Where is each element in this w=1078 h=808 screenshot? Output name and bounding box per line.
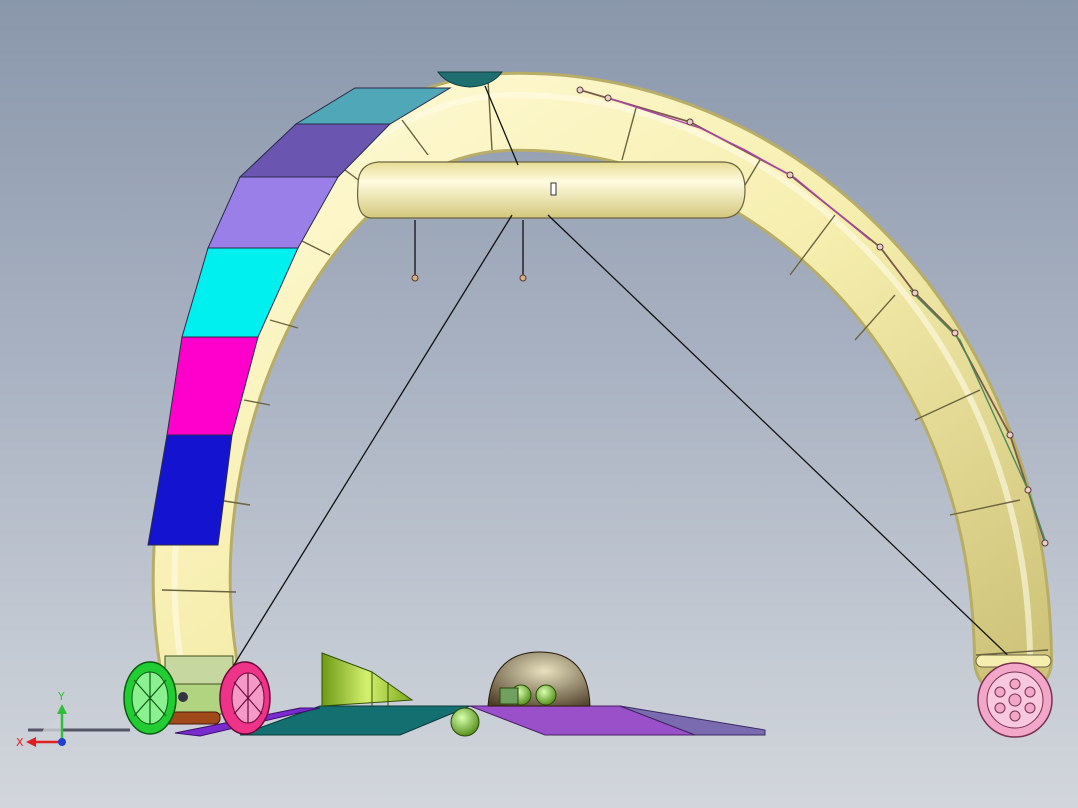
- y-axis-label: Y: [57, 690, 65, 703]
- left-wheel-assembly: [123, 655, 271, 735]
- panel-blue: [147, 434, 233, 546]
- triad-plane: [39, 718, 62, 742]
- y-arrowhead-icon: [57, 704, 67, 714]
- dome: [487, 651, 591, 707]
- green-sphere: [450, 707, 480, 737]
- horizontal-crossbar: [356, 161, 746, 219]
- hanging-weights: [411, 274, 527, 282]
- right-wheel: [975, 654, 1053, 738]
- z-axis-dot: [58, 738, 66, 746]
- x-arrowhead-icon: [26, 737, 36, 747]
- pink-wheel: [219, 661, 271, 735]
- cad-viewport[interactable]: Y X: [0, 0, 1078, 808]
- funnel-cone: [321, 652, 414, 707]
- green-wheel: [123, 661, 177, 735]
- cad-scene: Y X: [16, 71, 1053, 749]
- x-axis-label: X: [16, 736, 24, 749]
- axis-triad[interactable]: Y X: [16, 690, 67, 749]
